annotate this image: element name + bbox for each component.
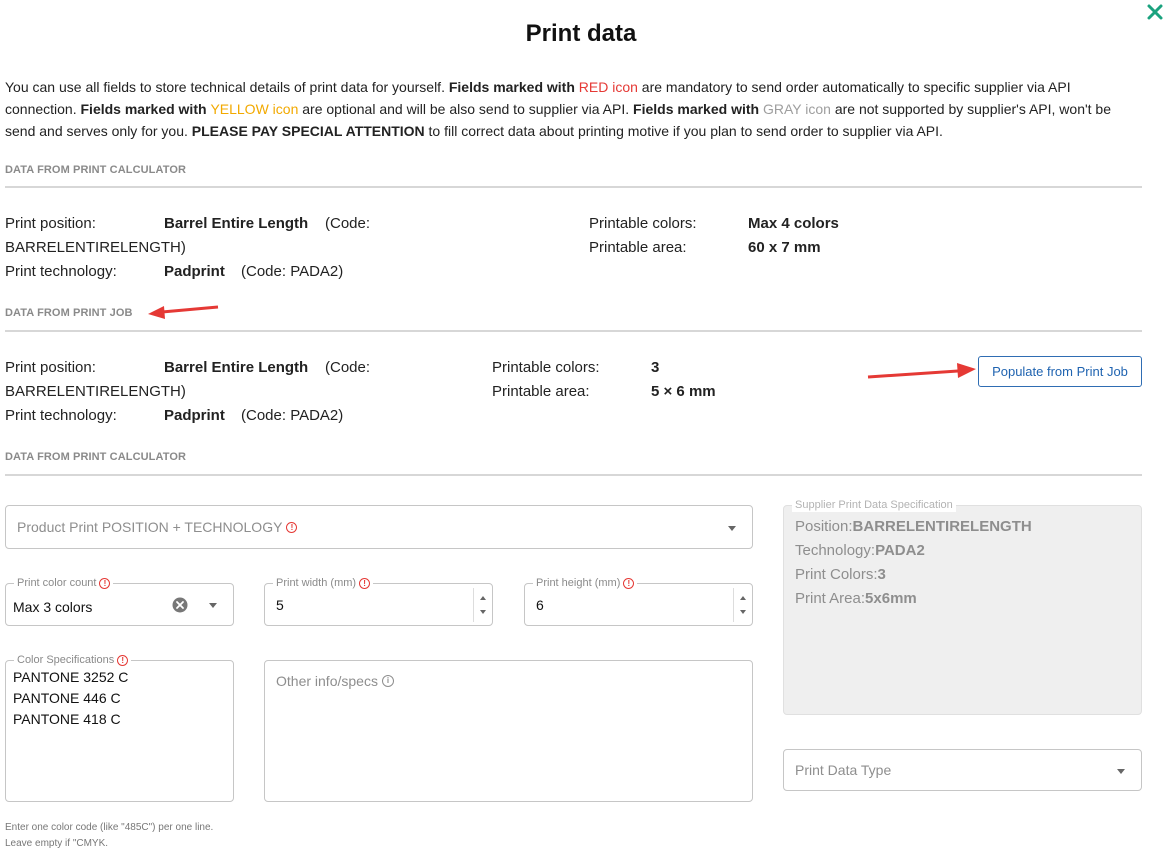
calc-area-value: 60 x 7 mm	[748, 239, 821, 256]
print-height-input[interactable]: Print height (mm) ! 6	[524, 576, 753, 626]
section-heading-calculator-form: DATA FROM PRINT CALCULATOR	[5, 451, 187, 463]
spec-position-label: Position:	[795, 518, 853, 535]
job-technology-value: Padprint	[164, 407, 225, 424]
close-icon[interactable]	[1146, 3, 1164, 21]
spec-area-value: 5x6mm	[865, 590, 917, 607]
number-stepper-icon[interactable]	[479, 596, 487, 614]
chevron-down-icon[interactable]	[1117, 769, 1125, 774]
section-heading-calculator: DATA FROM PRINT CALCULATOR	[5, 164, 187, 176]
calc-position-value: Barrel Entire Length	[164, 215, 309, 232]
required-icon: !	[117, 654, 129, 666]
job-colors-value: 3	[651, 359, 660, 376]
calc-technology-code: (Code: PADA2)	[241, 263, 344, 280]
other-info-placeholder: Other info/specs	[276, 673, 378, 689]
print-width-label: Print width (mm)	[276, 577, 357, 589]
job-colors-label: Printable colors:	[492, 359, 600, 376]
color-specifications-label: Color Specifications	[17, 654, 115, 666]
calc-technology-value: Padprint	[164, 263, 225, 280]
chevron-down-icon[interactable]	[209, 603, 217, 608]
spec-colors-value: 3	[877, 566, 886, 583]
color-spec-helper-text: Enter one color code (like "485C") per o…	[5, 822, 214, 849]
spec-area-label: Print Area:	[795, 590, 866, 607]
spec-colors-label: Print Colors:	[795, 566, 878, 583]
job-technology-code: (Code: PADA2)	[241, 407, 344, 424]
print-data-type-select[interactable]: Print Data Type	[783, 749, 1142, 791]
other-info-textarea[interactable]: Other info/specs i	[264, 660, 753, 802]
number-stepper-icon[interactable]	[739, 596, 747, 614]
spec-position-value: BARRELENTIRELENGTH	[852, 518, 1032, 535]
print-color-count-value: Max 3 colors	[13, 599, 93, 615]
supplier-print-data-specification: Supplier Print Data Specification Positi…	[783, 498, 1142, 715]
clear-icon[interactable]	[172, 597, 188, 613]
job-position-code-cont: BARRELENTIRELENGTH)	[5, 383, 186, 400]
color-spec-line: PANTONE 446 C	[13, 690, 121, 706]
required-icon: !	[99, 577, 111, 589]
divider	[5, 330, 1142, 332]
required-icon: !	[623, 577, 635, 589]
job-area-value: 5 × 6 mm	[651, 383, 716, 400]
info-icon: i	[381, 675, 394, 687]
print-color-count-select[interactable]: Print color count ! Max 3 colors	[5, 576, 234, 626]
divider	[5, 474, 1142, 476]
supplier-spec-label: Supplier Print Data Specification	[792, 498, 956, 512]
print-position-technology-placeholder: Product Print POSITION + TECHNOLOGY	[17, 519, 283, 535]
job-position-code: (Code:	[325, 359, 371, 376]
intro-text: You can use all fields to store technica…	[5, 79, 1112, 139]
calc-position-code: (Code:	[325, 215, 371, 232]
calc-colors-value: Max 4 colors	[748, 215, 839, 232]
print-height-label: Print height (mm)	[536, 577, 621, 589]
populate-from-print-job-button[interactable]: Populate from Print Job	[978, 356, 1142, 387]
job-technology-label: Print technology:	[5, 407, 117, 424]
arrow-annotation-icon	[867, 363, 976, 379]
job-position-label: Print position:	[5, 359, 96, 376]
calc-area-label: Printable area:	[589, 239, 687, 256]
chevron-down-icon[interactable]	[728, 526, 736, 531]
spec-technology-label: Technology:	[795, 542, 876, 559]
print-color-count-label: Print color count	[17, 577, 97, 589]
calc-position-code-cont: BARRELENTIRELENGTH)	[5, 239, 186, 256]
spec-technology-value: PADA2	[875, 542, 925, 559]
print-position-technology-select[interactable]: Product Print POSITION + TECHNOLOGY !	[5, 505, 753, 549]
arrow-annotation-icon	[148, 305, 219, 319]
calc-colors-label: Printable colors:	[589, 215, 697, 232]
print-data-type-placeholder: Print Data Type	[795, 762, 892, 778]
job-position-value: Barrel Entire Length	[164, 359, 309, 376]
modal-title: Print data	[525, 20, 637, 47]
job-area-label: Printable area:	[492, 383, 590, 400]
print-width-value: 5	[276, 597, 284, 613]
required-icon: !	[359, 577, 371, 589]
divider	[5, 186, 1142, 188]
required-icon: !	[286, 521, 298, 533]
color-spec-line: PANTONE 3252 C	[13, 669, 129, 685]
calc-technology-label: Print technology:	[5, 263, 117, 280]
color-spec-line: PANTONE 418 C	[13, 711, 121, 727]
calc-position-label: Print position:	[5, 215, 96, 232]
close-button[interactable]	[1144, 0, 1166, 24]
print-width-input[interactable]: Print width (mm) ! 5	[264, 576, 493, 626]
color-specifications-textarea[interactable]: Color Specifications ! PANTONE 3252 C PA…	[5, 653, 234, 802]
print-height-value: 6	[536, 597, 544, 613]
